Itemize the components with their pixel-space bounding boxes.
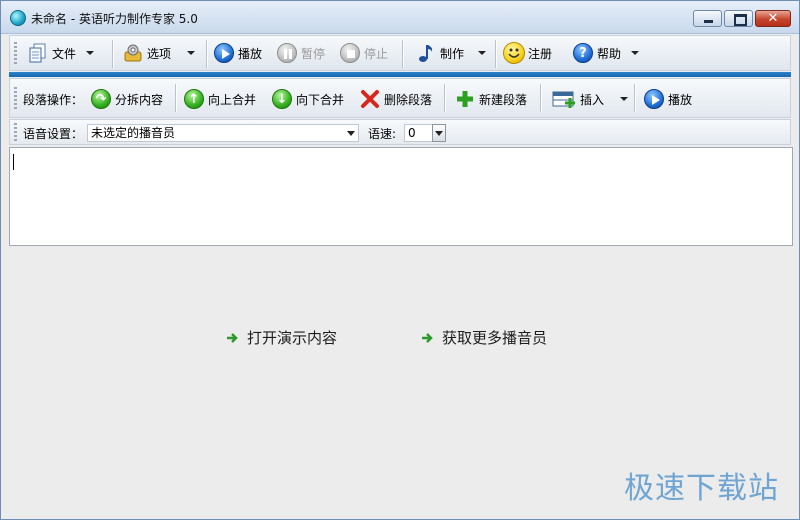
file-menu-button[interactable]: 文件 bbox=[27, 40, 95, 66]
pause-icon bbox=[276, 42, 298, 64]
voice-select[interactable]: 未选定的播音员 bbox=[87, 124, 359, 142]
insert-label: 插入 bbox=[580, 92, 605, 107]
make-label: 制作 bbox=[440, 46, 465, 61]
green-arrow-icon bbox=[225, 331, 239, 345]
help-label: 帮助 bbox=[597, 46, 622, 61]
arrow-down-icon: ↓ bbox=[271, 88, 293, 110]
app-globe-icon bbox=[10, 10, 26, 26]
make-menu-button[interactable]: 制作 bbox=[415, 40, 487, 66]
toolbar-separator bbox=[495, 40, 496, 68]
register-button[interactable]: 注册 bbox=[503, 40, 552, 66]
stop-icon bbox=[339, 42, 361, 64]
help-menu-button[interactable]: ? 帮助 bbox=[572, 40, 640, 66]
toolbar-separator bbox=[540, 84, 541, 112]
options-gear-icon bbox=[122, 42, 144, 64]
play-icon bbox=[213, 42, 235, 64]
toolbar-separator bbox=[402, 40, 403, 68]
help-question-icon: ? bbox=[572, 42, 594, 64]
split-arrow-icon: ↷ bbox=[90, 88, 112, 110]
plus-icon bbox=[454, 88, 476, 110]
merge-down-button[interactable]: ↓ 向下合并 bbox=[271, 86, 344, 112]
speed-dropdown-button[interactable] bbox=[432, 124, 446, 142]
voice-settings-bar: 语音设置： 未选定的播音员 语速: 0 bbox=[9, 119, 791, 145]
get-more-voices-label: 获取更多播音员 bbox=[442, 329, 548, 347]
maximize-button[interactable] bbox=[724, 10, 753, 27]
chevron-down-icon bbox=[478, 51, 487, 55]
toolbar-grip[interactable] bbox=[14, 42, 17, 66]
play-icon bbox=[643, 88, 665, 110]
open-demo-link[interactable]: 打开演示内容 bbox=[225, 327, 337, 348]
minimize-icon bbox=[704, 20, 713, 23]
delete-label: 删除段落 bbox=[384, 92, 433, 107]
open-demo-label: 打开演示内容 bbox=[247, 329, 338, 347]
speed-select-value: 0 bbox=[408, 126, 416, 140]
speed-label: 语速: bbox=[368, 127, 397, 141]
green-arrow-icon bbox=[420, 331, 434, 345]
pause-button[interactable]: 暂停 bbox=[276, 40, 325, 66]
music-note-icon bbox=[415, 42, 437, 64]
toolbar-separator bbox=[634, 84, 635, 112]
title-bar[interactable]: 未命名 - 英语听力制作专家 5.0 ✕ bbox=[1, 1, 799, 34]
window-title: 未命名 - 英语听力制作专家 5.0 bbox=[31, 12, 198, 26]
toolbar-separator bbox=[175, 84, 176, 112]
merge-up-button[interactable]: ↑ 向上合并 bbox=[183, 86, 256, 112]
app-window: 未命名 - 英语听力制作专家 5.0 ✕ 文件 选项 播放 暂停 停止 制作 注… bbox=[0, 0, 800, 520]
toolbar-grip[interactable] bbox=[14, 123, 17, 141]
paragraph-toolbar: 段落操作： ↷ 分拆内容 ↑ 向上合并 ↓ 向下合并 删除段落 新建段落 插入 … bbox=[9, 78, 791, 118]
new-label: 新建段落 bbox=[479, 92, 528, 107]
speed-select[interactable]: 0 bbox=[404, 124, 446, 142]
chevron-down-icon bbox=[620, 97, 629, 101]
arrow-up-icon: ↑ bbox=[183, 88, 205, 110]
get-more-voices-link[interactable]: 获取更多播音员 bbox=[420, 327, 547, 348]
chevron-down-icon bbox=[631, 51, 640, 55]
options-label: 选项 bbox=[147, 46, 172, 61]
paragraph-play-button[interactable]: 播放 bbox=[643, 86, 692, 112]
merge-up-label: 向上合并 bbox=[208, 92, 257, 107]
accent-divider bbox=[9, 72, 791, 77]
main-toolbar: 文件 选项 播放 暂停 停止 制作 注册 ? 帮助 bbox=[9, 35, 791, 71]
stop-button[interactable]: 停止 bbox=[339, 40, 388, 66]
minimize-button[interactable] bbox=[693, 10, 722, 27]
insert-table-icon bbox=[551, 88, 577, 110]
new-paragraph-button[interactable]: 新建段落 bbox=[454, 86, 527, 112]
chevron-down-icon bbox=[86, 51, 95, 55]
delete-paragraph-button[interactable]: 删除段落 bbox=[359, 86, 432, 112]
chevron-down-icon bbox=[435, 131, 443, 136]
chevron-down-icon bbox=[187, 51, 196, 55]
merge-down-label: 向下合并 bbox=[296, 92, 345, 107]
split-label: 分拆内容 bbox=[115, 92, 164, 107]
play-button[interactable]: 播放 bbox=[213, 40, 262, 66]
delete-x-icon bbox=[359, 88, 381, 110]
text-caret bbox=[13, 154, 14, 170]
close-button[interactable]: ✕ bbox=[755, 10, 791, 27]
split-content-button[interactable]: ↷ 分拆内容 bbox=[90, 86, 163, 112]
paragraph-ops-label: 段落操作： bbox=[23, 93, 84, 107]
file-label: 文件 bbox=[52, 46, 77, 61]
start-panel: 打开演示内容 获取更多播音员 极速下载站 bbox=[9, 247, 793, 511]
document-icon bbox=[27, 42, 49, 64]
toolbar-separator bbox=[206, 40, 207, 68]
chevron-down-icon bbox=[347, 131, 355, 136]
play-label: 播放 bbox=[238, 46, 263, 61]
toolbar-separator bbox=[444, 84, 445, 112]
stop-label: 停止 bbox=[364, 46, 389, 61]
paragraph-text-editor[interactable] bbox=[9, 147, 793, 246]
close-icon: ✕ bbox=[767, 11, 779, 26]
pause-label: 暂停 bbox=[301, 46, 326, 61]
paragraph-play-label: 播放 bbox=[668, 92, 693, 107]
smiley-icon bbox=[503, 42, 525, 64]
register-label: 注册 bbox=[528, 46, 553, 61]
toolbar-grip[interactable] bbox=[14, 87, 17, 111]
toolbar-separator bbox=[112, 40, 113, 68]
options-menu-button[interactable]: 选项 bbox=[122, 40, 196, 66]
maximize-icon bbox=[734, 14, 747, 26]
insert-menu-button[interactable]: 插入 bbox=[551, 86, 629, 112]
site-watermark: 极速下载站 bbox=[624, 471, 779, 506]
voice-settings-label: 语音设置： bbox=[23, 127, 84, 141]
voice-select-value: 未选定的播音员 bbox=[91, 126, 176, 140]
